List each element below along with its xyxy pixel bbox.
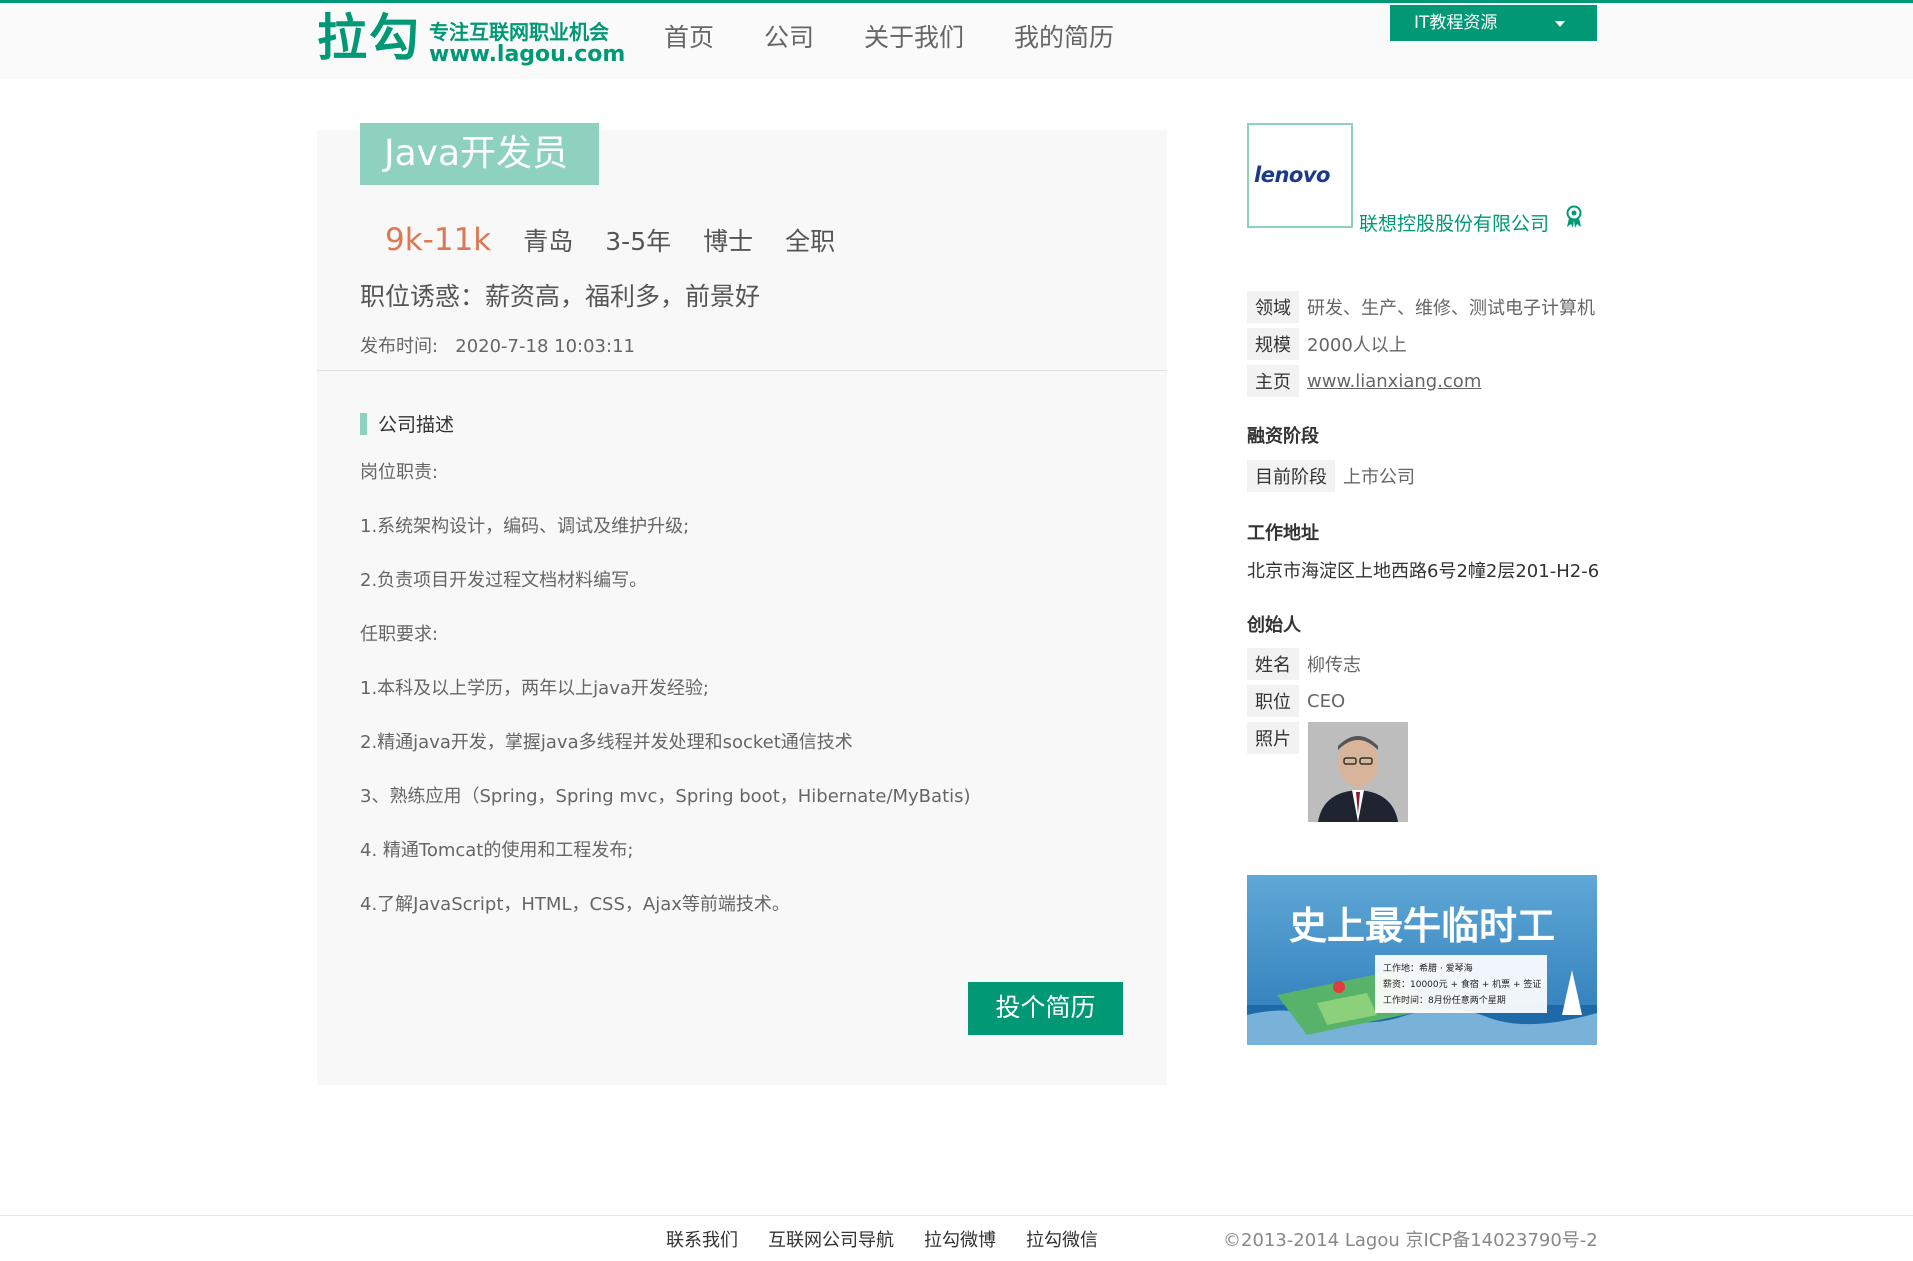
work-address: 北京市海淀区上地西路6号2幢2层201-H2-6 <box>1247 561 1600 582</box>
ad-line-1: 工作地：希腊 · 爱琴海 <box>1383 962 1473 974</box>
description-line: 4.了解JavaScript，HTML，CSS，Ajax等前端技术。 <box>360 894 790 915</box>
job-title: Java开发员 <box>360 123 599 185</box>
founder-name-label: 姓名 <box>1247 648 1299 680</box>
logo-text: 拉勾 <box>317 9 421 67</box>
founder-photo-row: 照片 <box>1247 722 1307 754</box>
nav-about[interactable]: 关于我们 <box>864 20 964 56</box>
stage-value: 上市公司 <box>1343 467 1415 488</box>
footer-divider <box>0 1215 1913 1216</box>
footer-links: 联系我们 互联网公司导航 拉勾微博 拉勾微信 <box>666 1226 1128 1252</box>
description-line: 3、熟练应用（Spring，Spring mvc，Spring boot，Hib… <box>360 786 971 807</box>
section-title: 公司描述 <box>360 413 454 436</box>
founder-title-value: CEO <box>1307 690 1346 712</box>
footer-weibo-link[interactable]: 拉勾微博 <box>924 1226 996 1252</box>
logo-domain: www.lagou.com <box>429 42 626 67</box>
apply-button[interactable]: 投个简历 <box>968 982 1123 1035</box>
ad-banner[interactable]: 史上最牛临时工 工作地：希腊 · 爱琴海 薪资：10000元 + 食宿 + 机票… <box>1247 875 1597 1045</box>
footer-wechat-link[interactable]: 拉勾微信 <box>1026 1226 1098 1252</box>
company-field: 领域 研发、生产、维修、测试电子计算机 <box>1247 291 1595 323</box>
job-experience: 3-5年 <box>605 227 672 256</box>
stage-label: 目前阶段 <box>1247 460 1335 492</box>
founder-name: 姓名 柳传志 <box>1247 648 1361 680</box>
divider <box>317 370 1167 371</box>
dropdown-label: IT教程资源 <box>1414 13 1498 33</box>
logo-slogan: 专注互联网职业机会 <box>429 20 609 44</box>
home-link[interactable]: www.lianxiang.com <box>1307 371 1481 392</box>
description-line: 1.本科及以上学历，两年以上java开发经验; <box>360 678 709 699</box>
site-logo[interactable]: 拉勾 专注互联网职业机会 www.lagou.com <box>317 9 625 70</box>
scale-label: 规模 <box>1247 328 1299 360</box>
finance-stage: 目前阶段 上市公司 <box>1247 460 1415 492</box>
founder-heading: 创始人 <box>1247 615 1301 636</box>
company-logo[interactable]: lenovo <box>1247 123 1353 228</box>
company-name[interactable]: 联想控股股份有限公司 <box>1359 209 1549 236</box>
founder-name-value: 柳传志 <box>1307 655 1361 676</box>
portrait-image <box>1308 722 1408 822</box>
description-line: 2.精通java开发，掌握java多线程并发处理和socket通信技术 <box>360 732 853 753</box>
company-scale: 规模 2000人以上 <box>1247 328 1407 360</box>
company-home: 主页 www.lianxiang.com <box>1247 365 1481 397</box>
description-line: 任职要求: <box>360 624 439 645</box>
it-resources-dropdown[interactable]: IT教程资源 <box>1390 5 1597 41</box>
ad-banner-image: 史上最牛临时工 工作地：希腊 · 爱琴海 薪资：10000元 + 食宿 + 机票… <box>1247 875 1597 1045</box>
founder-photo <box>1308 722 1408 822</box>
nav-home[interactable]: 首页 <box>664 20 714 56</box>
nav-company[interactable]: 公司 <box>764 20 814 56</box>
address-heading: 工作地址 <box>1247 523 1319 544</box>
caret-down-icon <box>1555 21 1565 27</box>
job-city: 青岛 <box>523 227 574 256</box>
company-logo-text: lenovo <box>1254 163 1330 187</box>
job-education: 博士 <box>703 227 754 256</box>
founder-title-label: 职位 <box>1247 685 1299 717</box>
scale-value: 2000人以上 <box>1307 335 1407 356</box>
ad-line-2: 薪资：10000元 + 食宿 + 机票 + 签证 <box>1383 978 1541 990</box>
footer-nav-link[interactable]: 互联网公司导航 <box>768 1226 894 1252</box>
job-meta: 9k-11k 青岛 3-5年 博士 全职 <box>385 222 867 258</box>
certified-badge-icon <box>1566 205 1582 228</box>
founder-title: 职位 CEO <box>1247 685 1345 717</box>
footer-contact-link[interactable]: 联系我们 <box>666 1226 738 1252</box>
job-salary: 9k-11k <box>385 222 492 258</box>
finance-heading: 融资阶段 <box>1247 426 1319 447</box>
ad-line-3: 工作时间：8月份任意两个星期 <box>1383 994 1506 1006</box>
ad-headline: 史上最牛临时工 <box>1289 904 1555 948</box>
publish-time: 发布时间: 2020-7-18 10:03:11 <box>360 332 635 358</box>
publish-label: 发布时间: <box>360 336 439 357</box>
job-type: 全职 <box>785 227 836 256</box>
job-description: 岗位职责: 1.系统架构设计，编码、调试及维护升级; 2.负责项目开发过程文档材… <box>360 458 971 944</box>
home-label: 主页 <box>1247 365 1299 397</box>
publish-value: 2020-7-18 10:03:11 <box>455 336 635 357</box>
description-line: 2.负责项目开发过程文档材料编写。 <box>360 570 648 591</box>
founder-photo-label: 照片 <box>1247 722 1299 754</box>
main-nav: 首页 公司 关于我们 我的简历 <box>664 20 1164 56</box>
description-line: 岗位职责: <box>360 462 439 483</box>
field-value: 研发、生产、维修、测试电子计算机 <box>1307 298 1595 319</box>
field-label: 领域 <box>1247 291 1299 323</box>
copyright: ©2013-2014 Lagou 京ICP备14023790号-2 <box>1223 1230 1598 1251</box>
nav-my-resume[interactable]: 我的简历 <box>1014 20 1114 56</box>
description-line: 4. 精通Tomcat的使用和工程发布; <box>360 840 634 861</box>
job-lure: 职位诱惑：薪资高，福利多，前景好 <box>360 282 761 311</box>
description-line: 1.系统架构设计，编码、调试及维护升级; <box>360 516 690 537</box>
